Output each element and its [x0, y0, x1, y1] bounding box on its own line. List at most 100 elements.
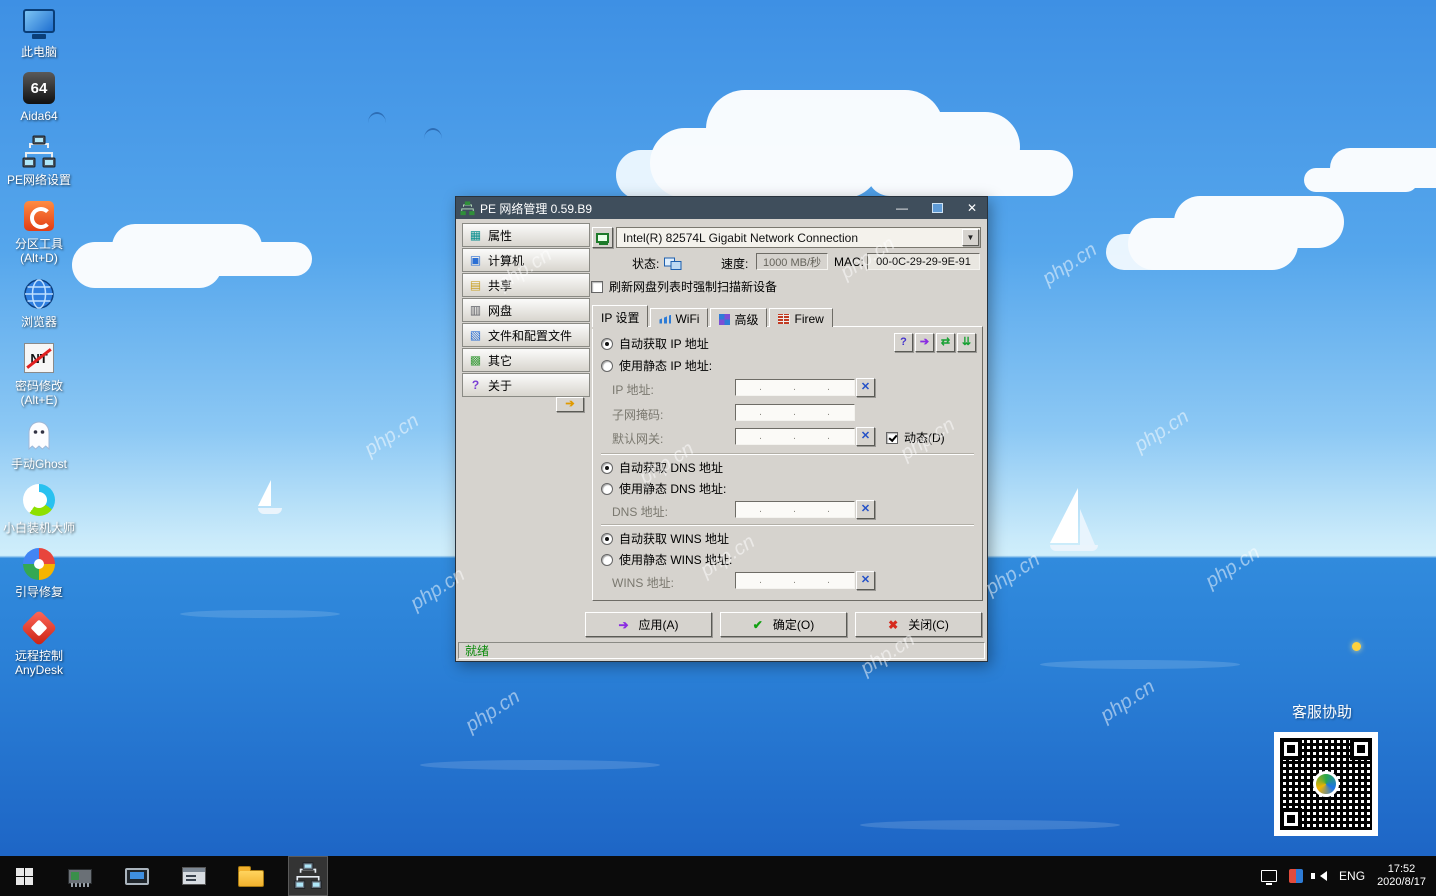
dns-clear-button[interactable]: ✕ [856, 500, 875, 519]
gateway-input[interactable]: . . . [735, 428, 855, 445]
gateway-clear-button[interactable]: ✕ [856, 427, 875, 446]
wins-address-input[interactable]: . . . [735, 572, 855, 589]
desktop-icon-pe-network-settings[interactable]: PE网络设置 [1, 134, 77, 187]
desktop-icon-this-pc[interactable]: 此电脑 [1, 6, 77, 59]
close-window-button[interactable]: ✖ 关闭(C) [855, 612, 982, 637]
subnet-mask-input[interactable]: . . . [735, 404, 855, 421]
static-wins-radio[interactable]: 使用静态 WINS 地址: [601, 551, 732, 568]
taskbar-network-manager-app[interactable] [288, 856, 328, 896]
taskbar-monitor-app[interactable] [117, 856, 157, 896]
chevron-down-icon[interactable]: ▼ [962, 229, 979, 246]
wave [1040, 660, 1240, 669]
auto-ip-radio[interactable]: 自动获取 IP 地址 [601, 335, 709, 352]
sidebar-item-netdisk[interactable]: ▥ 网盘 [462, 298, 590, 322]
cloud [1128, 218, 1298, 270]
force-scan-checkbox-row[interactable]: 刷新网盘列表时强制扫描新设备 [591, 278, 777, 295]
watermark: php.cn [1202, 541, 1265, 593]
ip-clear-button[interactable]: ✕ [856, 378, 875, 397]
ok-button[interactable]: ✔ 确定(O) [720, 612, 847, 637]
expand-button[interactable]: ⇊ [957, 333, 976, 352]
apply-button[interactable]: ➔ 应用(A) [585, 612, 712, 637]
clock[interactable]: 17:52 2020/8/17 [1377, 863, 1426, 889]
watermark: php.cn [462, 685, 525, 737]
close-button[interactable]: ✕ [957, 198, 987, 218]
adapter-select[interactable]: Intel(R) 82574L Gigabit Network Connecti… [616, 227, 981, 248]
sidebar-item-about[interactable]: ? 关于 [462, 373, 590, 397]
desktop-icon-label: 远程控制 AnyDesk [2, 649, 76, 677]
clear-x-icon: ✕ [861, 504, 870, 515]
window-titlebar[interactable]: PE 网络管理 0.59.B9 — ✕ [456, 197, 987, 219]
taskbar-hardware-info-app[interactable] [60, 856, 100, 896]
clock-time: 17:52 [1377, 863, 1426, 876]
tab-ip-settings[interactable]: IP 设置 [592, 305, 648, 327]
sidebar: ▦ 属性 ▣ 计算机 ▤ 共享 ▥ 网盘 ▧ 文件和配置文件 [462, 223, 590, 398]
aida64-icon: 64 [23, 72, 55, 104]
status-text: 就绪 [465, 642, 489, 659]
sidebar-item-label: 共享 [488, 277, 512, 294]
sidebar-item-computer[interactable]: ▣ 计算机 [462, 248, 590, 272]
apply-to-adapter-button[interactable]: ➔ [915, 333, 934, 352]
radio-icon [601, 462, 613, 474]
desktop-icon-browser[interactable]: 浏览器 [1, 276, 77, 329]
ip-toolbar: ? ➔ ⇄ ⇊ [894, 333, 976, 352]
sidebar-item-label: 文件和配置文件 [488, 327, 572, 344]
desktop-icon-manual-ghost[interactable]: 手动Ghost [1, 418, 77, 471]
gateway-label: 默认网关: [612, 430, 663, 447]
language-indicator[interactable]: ENG [1339, 869, 1365, 883]
display-tray-icon[interactable] [1261, 870, 1277, 882]
desktop-icon-partition-tool[interactable]: 分区工具 (Alt+D) [1, 198, 77, 265]
tab-label: 高级 [734, 311, 758, 328]
wins-clear-button[interactable]: ✕ [856, 571, 875, 590]
cross-icon: ✖ [888, 618, 898, 632]
auto-dns-radio[interactable]: 自动获取 DNS 地址 [601, 459, 723, 476]
maximize-button[interactable] [922, 198, 952, 218]
dns-address-input[interactable]: . . . [735, 501, 855, 518]
checkbox-icon [591, 281, 603, 293]
dns-address-label: DNS 地址: [612, 503, 668, 520]
support-qr-area: 客服协助 [1274, 701, 1378, 836]
cloud [1330, 148, 1436, 188]
desktop-icon-password-reset[interactable]: NT 密码修改 (Alt+E) [1, 340, 77, 407]
desktop-icon-xiaobai-installer[interactable]: 小白装机大师 [1, 482, 77, 535]
desktop-icon-aida64[interactable]: 64 Aida64 [1, 70, 77, 123]
tab-wifi[interactable]: WiFi [650, 308, 708, 327]
buoy [1352, 642, 1361, 651]
static-ip-radio[interactable]: 使用静态 IP 地址: [601, 357, 712, 374]
desktop-icon-anydesk[interactable]: 远程控制 AnyDesk [1, 610, 77, 677]
folder-icon [238, 870, 264, 887]
refresh-ip-button[interactable]: ⇄ [936, 333, 955, 352]
double-chevron-down-icon: ⇊ [962, 337, 971, 348]
speed-label-wrap: 速度: [721, 255, 748, 272]
sidebar-item-files-profiles[interactable]: ▧ 文件和配置文件 [462, 323, 590, 347]
sidebar-item-other[interactable]: ▩ 其它 [462, 348, 590, 372]
volume-icon[interactable] [1315, 871, 1327, 881]
arrow-right-icon: ➔ [920, 337, 929, 348]
status-label: 状态: [632, 255, 659, 272]
tab-advanced[interactable]: 高级 [710, 308, 767, 327]
static-ip-label: 使用静态 IP 地址: [619, 357, 712, 374]
taskbar-command-prompt-app[interactable] [174, 856, 214, 896]
sidebar-item-share[interactable]: ▤ 共享 [462, 273, 590, 297]
ip-address-input[interactable]: . . . [735, 379, 855, 396]
auto-wins-radio[interactable]: 自动获取 WINS 地址 [601, 530, 729, 547]
color-app-tray-icon[interactable] [1289, 869, 1303, 883]
help-button[interactable]: ? [894, 333, 913, 352]
boot-repair-icon [23, 548, 55, 580]
sidebar-collapse-button[interactable]: ➔ [556, 397, 584, 412]
ip-address-row: IP 地址: . . . ✕ [593, 379, 982, 397]
adapter-refresh-button[interactable] [592, 227, 613, 248]
start-button[interactable] [0, 856, 48, 896]
sidebar-item-label: 网盘 [488, 302, 512, 319]
window-body: ▦ 属性 ▣ 计算机 ▤ 共享 ▥ 网盘 ▧ 文件和配置文件 [456, 219, 987, 661]
tab-firewall[interactable]: Firew [769, 308, 832, 327]
status-row: 状态: [632, 255, 682, 272]
minimize-button[interactable]: — [887, 198, 917, 218]
dynamic-checkbox[interactable]: 动态(D) [886, 429, 945, 446]
desktop-icon-boot-repair[interactable]: 引导修复 [1, 546, 77, 599]
taskbar-file-explorer-app[interactable] [231, 856, 271, 896]
sidebar-item-properties[interactable]: ▦ 属性 [462, 223, 590, 247]
subnet-mask-row: 子网掩码: . . . [593, 404, 982, 422]
gateway-row: 默认网关: . . . ✕ 动态(D) [593, 428, 982, 446]
network-icon [22, 135, 56, 169]
static-dns-radio[interactable]: 使用静态 DNS 地址: [601, 480, 726, 497]
